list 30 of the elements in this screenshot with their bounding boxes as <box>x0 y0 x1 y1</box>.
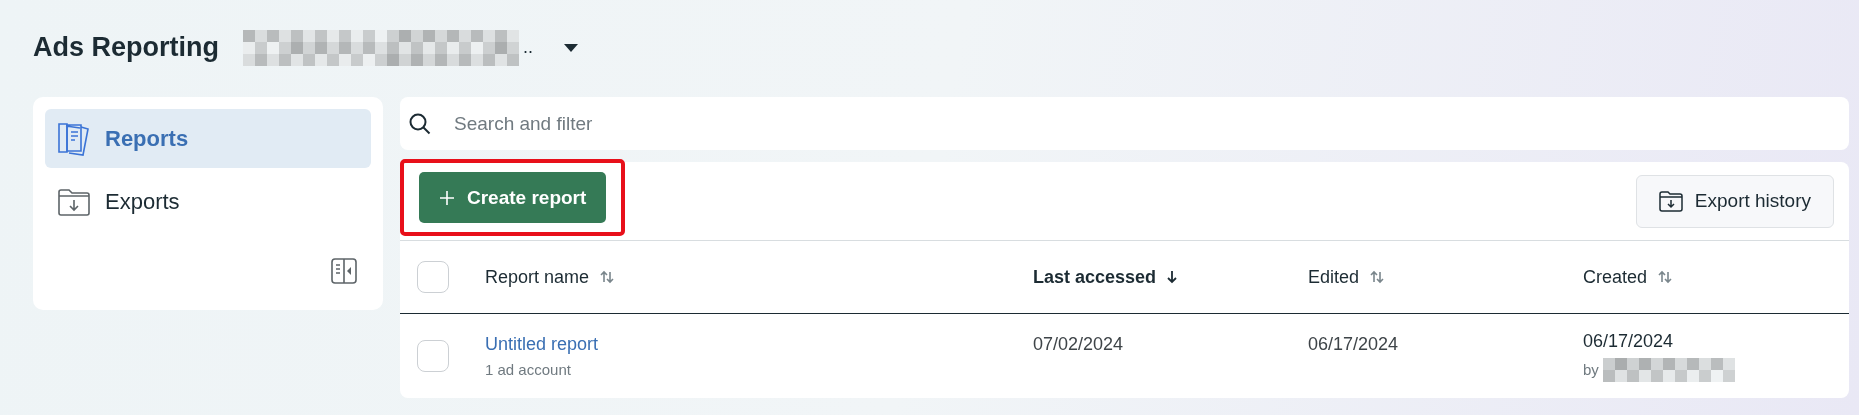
table-cell-text: 07/02/2024 <box>1033 334 1125 355</box>
account-name[interactable]: .. <box>523 37 533 58</box>
create-report-button[interactable]: Create report <box>419 172 607 223</box>
sort-icon[interactable] <box>1369 270 1386 284</box>
column-header[interactable]: Report name <box>485 266 590 288</box>
column-header[interactable]: Last accessed <box>1033 266 1157 288</box>
search-icon <box>408 111 432 136</box>
panel-collapse-icon[interactable] <box>331 258 357 284</box>
report-link[interactable]: Untitled report <box>485 334 1033 355</box>
table-cell-text: 06/17/2024 <box>1308 334 1400 355</box>
sidebar-item[interactable]: Exports <box>45 172 371 231</box>
row-checkbox[interactable] <box>417 340 449 372</box>
creator-label: by <box>1583 361 1599 378</box>
caret-icon[interactable] <box>563 42 579 53</box>
search-bar[interactable]: Search and filter <box>400 97 1849 150</box>
column-header[interactable]: Created <box>1583 266 1648 288</box>
select-all-checkbox[interactable] <box>417 261 449 293</box>
sidebar-item[interactable]: Reports <box>45 109 371 168</box>
sort-icon[interactable] <box>599 270 616 284</box>
plus-icon <box>439 189 455 206</box>
sort-icon[interactable] <box>1657 270 1674 284</box>
sort-down-icon[interactable] <box>1166 269 1179 285</box>
table-cell-text: 06/17/2024 <box>1583 330 1675 352</box>
documents-icon <box>57 120 91 157</box>
export-history-button[interactable]: Export history <box>1635 174 1834 228</box>
folder-download-icon <box>1658 190 1683 212</box>
search-field[interactable]: Search and filter <box>452 111 1849 136</box>
report-subtitle: 1 ad account <box>485 361 572 378</box>
column-header[interactable]: Edited <box>1308 266 1360 288</box>
page-title: Ads Reporting <box>33 32 219 63</box>
